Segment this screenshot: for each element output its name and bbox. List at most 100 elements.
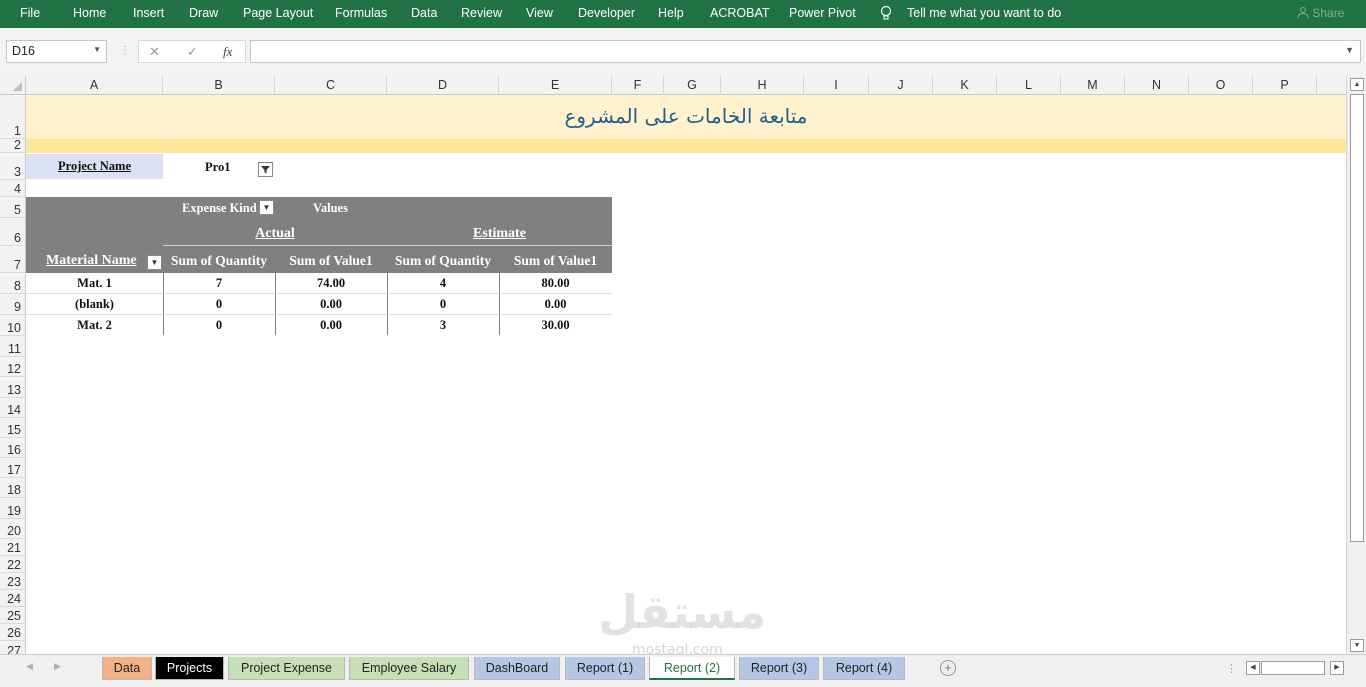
row-header[interactable]: 3 (0, 153, 26, 180)
row-header[interactable]: 26 (0, 624, 26, 641)
tab-insert[interactable]: Insert (133, 6, 164, 20)
pivot-row-label[interactable]: (blank) (26, 297, 163, 312)
column-header[interactable]: L (997, 76, 1061, 95)
pivot-cell[interactable]: 74.00 (275, 276, 387, 291)
row-header[interactable]: 15 (0, 418, 26, 438)
row-header[interactable]: 19 (0, 498, 26, 519)
tab-acrobat[interactable]: ACROBAT (710, 6, 770, 20)
pivot-cell[interactable]: 80.00 (499, 276, 612, 291)
more-options-icon[interactable]: ⋮ (1226, 662, 1237, 675)
row-header[interactable]: 14 (0, 398, 26, 418)
column-header[interactable]: D (387, 76, 499, 95)
sheet-tab-report-4[interactable]: Report (4) (823, 657, 905, 680)
pivot-cell[interactable]: 0 (163, 297, 275, 312)
row-header[interactable]: 9 (0, 294, 26, 315)
next-sheet-icon[interactable]: ▶ (54, 661, 61, 672)
scroll-left-icon[interactable]: ◀ (1246, 661, 1260, 675)
row-header[interactable]: 22 (0, 556, 26, 573)
column-header[interactable]: A (26, 76, 163, 95)
horizontal-scrollbar[interactable] (1261, 661, 1325, 675)
sheet-tab-report-2[interactable]: Report (2) (649, 657, 735, 680)
expand-formula-icon[interactable]: ▼ (1345, 45, 1354, 55)
share-button[interactable]: Share (1297, 6, 1344, 20)
row-header[interactable]: 23 (0, 573, 26, 590)
column-header[interactable]: H (721, 76, 804, 95)
formula-input[interactable]: ▼ (250, 40, 1361, 63)
row-header[interactable]: 20 (0, 519, 26, 539)
chevron-down-icon[interactable]: ▼ (147, 255, 162, 270)
tab-review[interactable]: Review (461, 6, 502, 20)
select-all-button[interactable] (0, 76, 26, 95)
sheet-tab-report-3[interactable]: Report (3) (739, 657, 819, 680)
tab-power-pivot[interactable]: Power Pivot (789, 6, 856, 20)
column-header[interactable]: G (664, 76, 721, 95)
row-header[interactable]: 1 (0, 95, 26, 139)
insert-function-icon[interactable]: fx (223, 44, 232, 60)
row-header[interactable]: 25 (0, 607, 26, 624)
filter-icon[interactable] (258, 162, 273, 177)
tab-file[interactable]: File (20, 6, 40, 20)
pivot-cell[interactable]: 0 (163, 318, 275, 333)
sheet-tab-employee-salary[interactable]: Employee Salary (349, 657, 469, 680)
vertical-scrollbar[interactable]: ▲ ▼ (1346, 76, 1366, 654)
worksheet-grid[interactable]: A B C D E F G H I J K L M N O P 1 2 3 4 … (0, 76, 1346, 654)
column-header[interactable]: C (275, 76, 387, 95)
row-header[interactable]: 27 (0, 641, 26, 654)
pivot-cell[interactable]: 30.00 (499, 318, 612, 333)
column-header[interactable]: P (1253, 76, 1317, 95)
sheet-tab-projects[interactable]: Projects (155, 657, 224, 680)
add-sheet-icon[interactable]: + (940, 660, 956, 676)
sheet-tab-report-1[interactable]: Report (1) (565, 657, 645, 680)
row-header[interactable]: 5 (0, 197, 26, 218)
column-header[interactable]: E (499, 76, 612, 95)
column-header[interactable]: J (869, 76, 933, 95)
scroll-right-icon[interactable]: ▶ (1330, 661, 1344, 675)
chevron-down-icon[interactable]: ▼ (259, 200, 274, 215)
row-header[interactable]: 17 (0, 458, 26, 478)
scroll-down-icon[interactable]: ▼ (1350, 639, 1364, 652)
row-header[interactable]: 8 (0, 273, 26, 294)
column-header[interactable]: O (1189, 76, 1253, 95)
row-header[interactable]: 16 (0, 438, 26, 458)
enter-icon[interactable]: ✓ (187, 44, 198, 60)
tab-developer[interactable]: Developer (578, 6, 635, 20)
name-box[interactable]: D16 ▼ (6, 40, 107, 63)
tab-page-layout[interactable]: Page Layout (243, 6, 313, 20)
column-header[interactable]: N (1125, 76, 1189, 95)
pivot-cell[interactable]: 3 (387, 318, 499, 333)
column-header[interactable]: M (1061, 76, 1125, 95)
tab-formulas[interactable]: Formulas (335, 6, 387, 20)
row-header[interactable]: 11 (0, 336, 26, 357)
tab-draw[interactable]: Draw (189, 6, 218, 20)
sheet-tab-project-expense[interactable]: Project Expense (228, 657, 345, 680)
column-header-partial[interactable] (1317, 76, 1346, 95)
column-header[interactable]: I (804, 76, 869, 95)
chevron-down-icon[interactable]: ▼ (93, 45, 101, 54)
column-header[interactable]: B (163, 76, 275, 95)
resize-handle-icon[interactable]: ⋮ (120, 45, 130, 56)
tab-home[interactable]: Home (73, 6, 106, 20)
row-header[interactable]: 24 (0, 590, 26, 607)
column-header[interactable]: F (612, 76, 664, 95)
scroll-up-icon[interactable]: ▲ (1350, 78, 1364, 91)
tab-help[interactable]: Help (658, 6, 684, 20)
column-header[interactable]: K (933, 76, 997, 95)
pivot-cell[interactable]: 7 (163, 276, 275, 291)
tab-view[interactable]: View (526, 6, 553, 20)
row-header[interactable]: 7 (0, 246, 26, 273)
row-header[interactable]: 2 (0, 138, 26, 153)
tab-data[interactable]: Data (411, 6, 437, 20)
row-header[interactable]: 21 (0, 539, 26, 556)
pivot-cell[interactable]: 0.00 (275, 297, 387, 312)
row-header[interactable]: 4 (0, 180, 26, 197)
pivot-cell[interactable]: 4 (387, 276, 499, 291)
pivot-cell[interactable]: 0 (387, 297, 499, 312)
pivot-cell[interactable]: 0.00 (499, 297, 612, 312)
pivot-row-label[interactable]: Mat. 1 (26, 276, 163, 291)
cancel-icon[interactable]: ✕ (149, 44, 160, 60)
row-header[interactable]: 6 (0, 218, 26, 246)
row-header[interactable]: 10 (0, 315, 26, 336)
sheet-tab-data[interactable]: Data (102, 657, 152, 680)
tell-me-search[interactable]: Tell me what you want to do (907, 6, 1061, 20)
row-header[interactable]: 13 (0, 377, 26, 398)
